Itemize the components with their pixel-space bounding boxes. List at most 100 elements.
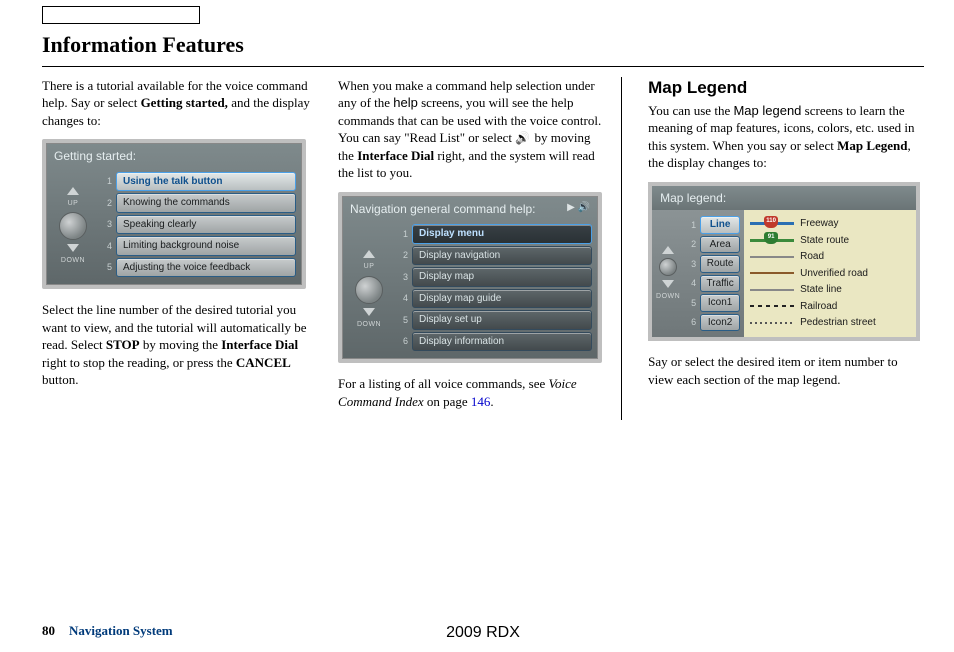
row-num: 5 <box>396 314 412 326</box>
list-item[interactable]: 4Traffic <box>684 275 740 293</box>
dial-icon <box>659 258 677 276</box>
row-num: 2 <box>684 238 700 250</box>
nav-command-help-screen: Navigation general command help: ▶ 🔊 UP … <box>338 192 602 363</box>
row-num: 2 <box>396 249 412 261</box>
list-item[interactable]: 3Speaking clearly <box>100 215 296 235</box>
legend-left-list: DOWN 1Line 2Area 3Route 4Traffic 5Icon1 … <box>652 210 744 337</box>
text: . <box>490 394 493 409</box>
map-legend-screen: Map legend: DOWN 1Line 2Area 3Route 4Tra… <box>648 182 920 341</box>
list-item[interactable]: 2Display navigation <box>396 246 592 266</box>
screen-title: Map legend: <box>652 186 916 210</box>
list-item[interactable]: 5Icon1 <box>684 294 740 312</box>
row-button[interactable]: Area <box>700 236 740 254</box>
text: by moving the <box>140 337 222 352</box>
horizontal-rule <box>42 66 924 67</box>
section-label: Navigation System <box>69 622 173 640</box>
knob-column: UP DOWN <box>342 220 396 359</box>
row-button[interactable]: Traffic <box>700 275 740 293</box>
legend-row: Railroad <box>750 300 910 314</box>
arrow-up-icon <box>363 250 375 258</box>
row-button[interactable]: Using the talk button <box>116 172 296 192</box>
row-num: 4 <box>100 240 116 252</box>
row-num: 3 <box>396 271 412 283</box>
page-number: 80 <box>42 622 55 640</box>
text: For a listing of all voice commands, see <box>338 376 548 391</box>
list-item[interactable]: 1Display menu <box>396 224 592 244</box>
getting-started-rows: 1Using the talk button 2Knowing the comm… <box>100 168 302 286</box>
list-item[interactable]: 1Line <box>684 216 740 234</box>
col3-para2: Say or select the desired item or item n… <box>648 353 924 388</box>
col3-para1: You can use the Map legend screens to le… <box>648 102 924 172</box>
sans-help: help <box>393 95 418 110</box>
bold-interface-dial: Interface Dial <box>221 337 298 352</box>
col2-para2: For a listing of all voice commands, see… <box>338 375 607 410</box>
nav-help-rows: 1Display menu 2Display navigation 3Displ… <box>396 220 598 359</box>
row-button[interactable]: Line <box>700 216 740 234</box>
row-num: 1 <box>396 228 412 240</box>
row-button[interactable]: Icon2 <box>700 314 740 332</box>
arrow-down-icon <box>662 280 674 288</box>
dial-icon <box>59 212 87 240</box>
row-num: 1 <box>100 175 116 187</box>
bold-map-legend: Map Legend <box>837 138 907 153</box>
legend-row: Unverified road <box>750 267 910 281</box>
legend-row: 110Freeway <box>750 217 910 231</box>
row-button[interactable]: Adjusting the voice feedback <box>116 258 296 278</box>
row-button[interactable]: Display set up <box>412 310 592 330</box>
list-item[interactable]: 5Display set up <box>396 310 592 330</box>
legend-label: Unverified road <box>800 267 868 281</box>
dial-icon <box>355 276 383 304</box>
footer: 80 Navigation System 2009 RDX <box>42 622 924 640</box>
knob-up-label: UP <box>364 262 375 271</box>
arrow-up-icon <box>662 246 674 254</box>
screen-title: Getting started: <box>46 143 302 167</box>
legend-row: State line <box>750 283 910 297</box>
row-button[interactable]: Speaking clearly <box>116 215 296 235</box>
row-num: 2 <box>100 197 116 209</box>
screen-top-icons: ▶ 🔊 <box>567 201 590 215</box>
legend-label: State line <box>800 283 842 297</box>
page-title: Information Features <box>42 30 924 60</box>
legend-label: State route <box>800 234 849 248</box>
knob-up-label: UP <box>68 199 79 208</box>
map-legend-heading: Map Legend <box>648 77 924 100</box>
row-button[interactable]: Route <box>700 255 740 273</box>
knob-column: DOWN <box>652 210 684 337</box>
row-button[interactable]: Knowing the commands <box>116 193 296 213</box>
row-button[interactable]: Limiting background noise <box>116 236 296 256</box>
list-item[interactable]: 4Limiting background noise <box>100 236 296 256</box>
col1-para2: Select the line number of the desired tu… <box>42 301 312 389</box>
list-item[interactable]: 3Route <box>684 255 740 273</box>
arrow-down-icon <box>67 244 79 252</box>
knob-column: UP DOWN <box>46 168 100 286</box>
list-item[interactable]: 6Display information <box>396 332 592 352</box>
row-button[interactable]: Display menu <box>412 224 592 244</box>
list-item[interactable]: 6Icon2 <box>684 314 740 332</box>
list-item[interactable]: 3Display map <box>396 267 592 287</box>
arrow-up-icon <box>67 187 79 195</box>
column-2: When you make a command help selection u… <box>338 77 622 421</box>
row-button[interactable]: Display information <box>412 332 592 352</box>
columns: There is a tutorial available for the vo… <box>42 77 924 421</box>
row-num: 1 <box>684 219 700 231</box>
legend-right-panel: 110Freeway 91State route Road Unverified… <box>744 210 916 337</box>
bold-interface-dial: Interface Dial <box>357 148 434 163</box>
speaker-icon <box>515 131 531 145</box>
legend-label: Pedestrian street <box>800 316 876 330</box>
list-item[interactable]: 4Display map guide <box>396 289 592 309</box>
knob-down-label: DOWN <box>656 292 680 301</box>
row-button[interactable]: Icon1 <box>700 294 740 312</box>
getting-started-screen: Getting started: UP DOWN 1Using the talk… <box>42 139 306 289</box>
row-num: 3 <box>100 218 116 230</box>
page-link-146[interactable]: 146 <box>471 394 491 409</box>
row-button[interactable]: Display map guide <box>412 289 592 309</box>
list-item[interactable]: 5Adjusting the voice feedback <box>100 258 296 278</box>
screen-title: Navigation general command help: <box>342 196 598 220</box>
row-num: 5 <box>100 261 116 273</box>
row-button[interactable]: Display map <box>412 267 592 287</box>
legend-label: Railroad <box>800 300 837 314</box>
list-item[interactable]: 1Using the talk button <box>100 172 296 192</box>
list-item[interactable]: 2Area <box>684 236 740 254</box>
row-button[interactable]: Display navigation <box>412 246 592 266</box>
list-item[interactable]: 2Knowing the commands <box>100 193 296 213</box>
